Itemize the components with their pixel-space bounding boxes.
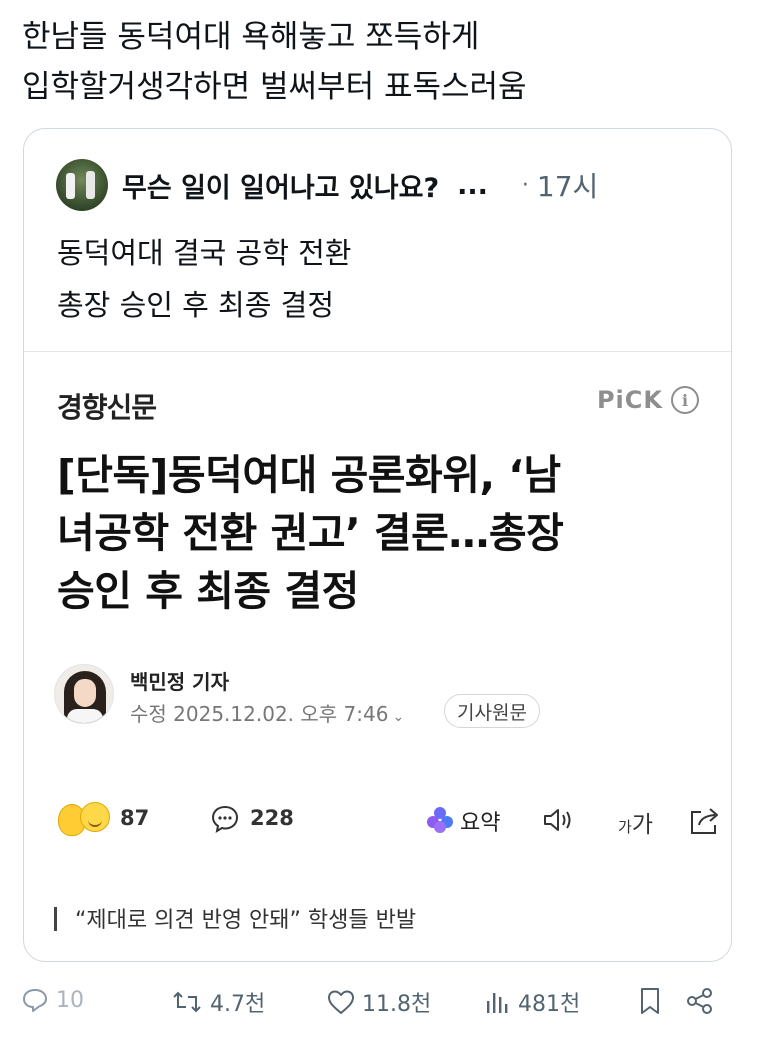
heart-icon — [328, 990, 354, 1014]
comment-bubble-icon — [211, 805, 239, 834]
summary-label: 요약 — [460, 811, 501, 836]
quoted-author-name[interactable]: 무슨 일이 일어나고 있나요? — [122, 166, 439, 205]
reporter-avatar — [54, 664, 114, 724]
share-nodes-icon — [687, 988, 712, 1014]
view-count: 481천 — [518, 992, 581, 1017]
reaction-emoji-icon — [56, 800, 116, 840]
cropped-previous-line — [20, 0, 700, 8]
views-button[interactable]: 481천 — [482, 986, 580, 1018]
edit-timestamp: 수정 2025.12.02. 오후 7:46 ⌄ — [130, 698, 404, 727]
bookmark-icon — [641, 988, 659, 1014]
quoted-text-line-2: 총장 승인 후 최종 결정 — [57, 288, 334, 322]
ai-summary-icon — [427, 807, 453, 833]
pick-label: PiCK — [596, 386, 663, 414]
headline-line-1: [단독]동덕여대 공론화위, ‘남 — [57, 451, 561, 499]
tweet-text: 한남들 동덕여대 욕해놓고 쪼득하게 입학할거생각하면 벌써부터 표독스러움 — [22, 12, 742, 112]
share-button[interactable] — [684, 986, 722, 1016]
header-separator: · — [521, 172, 529, 198]
quoted-text-line-1: 동덕여대 결국 공학 전환 — [57, 236, 352, 270]
edit-time-text: 수정 2025.12.02. 오후 7:46 — [130, 702, 389, 726]
tweet-action-bar: 10 4.7천 11.8천 481천 — [20, 982, 740, 1026]
comment-count: 228 — [250, 806, 294, 830]
like-count: 11.8천 — [362, 992, 432, 1017]
reporter-name: 백민정 기자 — [130, 670, 229, 694]
headline-line-2: 녀공학 전환 권고’ 결론…총장 — [57, 509, 564, 557]
retweet-button[interactable]: 4.7천 — [170, 986, 265, 1018]
headline-bar-marker — [54, 907, 57, 931]
quoted-tweet-time[interactable]: 17시 — [537, 165, 598, 205]
share-icon — [691, 808, 718, 834]
retweet-icon — [173, 991, 201, 1013]
article-headline: [단독]동덕여대 공론화위, ‘남 녀공학 전환 권고’ 결론…총장 승인 후 … — [57, 446, 707, 620]
publisher-logo: 경향신문 — [57, 391, 157, 424]
reply-button[interactable]: 10 — [20, 986, 84, 1014]
original-article-button: 기사원문 — [444, 694, 540, 728]
retweet-count: 4.7천 — [210, 992, 266, 1017]
quoted-tweet-header: 무슨 일이 일어나고 있나요? ... · 17시 — [56, 157, 706, 213]
info-icon: i — [671, 386, 699, 414]
bookmark-button[interactable] — [637, 986, 669, 1016]
reaction-count: 87 — [120, 806, 150, 830]
reply-icon — [23, 989, 47, 1012]
quoted-author-avatar[interactable] — [56, 159, 108, 211]
font-size-big-glyph: 가 — [631, 812, 653, 838]
tweet-text-line-2: 입학할거생각하면 벌써부터 표독스러움 — [22, 69, 527, 105]
news-article-screenshot: 경향신문 PiCK i [단독]동덕여대 공론화위, ‘남 녀공학 전환 권고’… — [24, 351, 731, 961]
font-size-small-glyph: 가 — [618, 818, 632, 836]
headline-line-3: 승인 후 최종 결정 — [57, 567, 359, 615]
quoted-author-name-overflow: ... — [457, 169, 488, 201]
article-reaction-bar: 87 228 요약 가가 — [54, 800, 718, 840]
related-headline: “제대로 의견 반영 안돼” 학생들 반발 — [54, 902, 416, 934]
chevron-down-icon: ⌄ — [392, 709, 405, 725]
quoted-tweet-card[interactable]: 무슨 일이 일어나고 있나요? ... · 17시 동덕여대 결국 공학 전환 … — [23, 128, 732, 962]
views-chart-icon — [487, 993, 508, 1013]
like-button[interactable]: 11.8천 — [326, 986, 431, 1018]
reply-count: 10 — [56, 987, 84, 1013]
quoted-tweet-text: 동덕여대 결국 공학 전환 총장 승인 후 최종 결정 — [57, 227, 697, 331]
pick-badge: PiCK i — [597, 386, 699, 414]
font-size-icon: 가가 — [618, 805, 653, 839]
article-byline: 백민정 기자 수정 2025.12.02. 오후 7:46 ⌄ 기사원문 — [54, 664, 674, 734]
related-headline-text: “제대로 의견 반영 안돼” 학생들 반발 — [75, 908, 417, 933]
tweet-text-line-1: 한남들 동덕여대 욕해놓고 쪼득하게 — [22, 19, 480, 55]
speaker-icon — [544, 809, 571, 831]
